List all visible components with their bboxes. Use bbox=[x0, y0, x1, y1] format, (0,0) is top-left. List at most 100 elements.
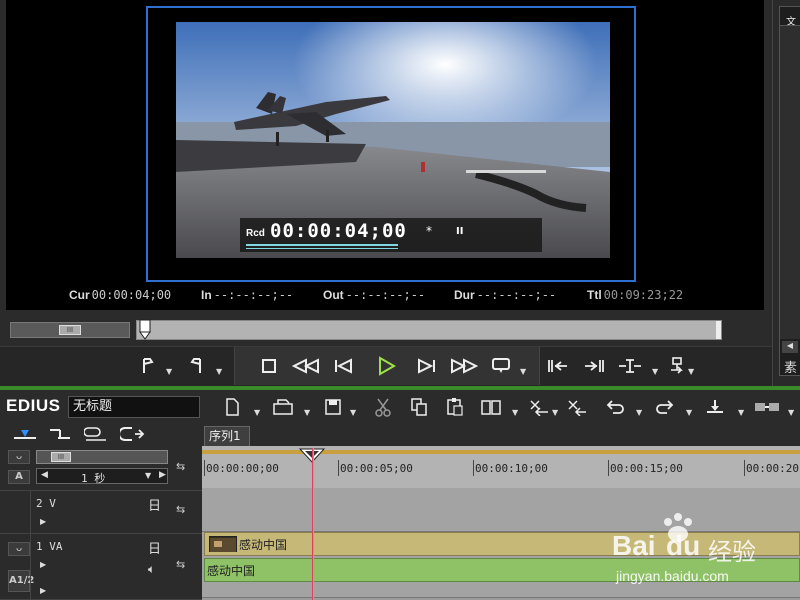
track-header-1va[interactable]: ᴗ 1 VA ▶ 日 🔈︎ ⇆ A1/2 ▶ bbox=[0, 534, 202, 600]
scroll-left-arrow[interactable]: ◀ bbox=[782, 341, 798, 353]
tab-sequence-1[interactable]: 序列1 bbox=[204, 426, 250, 446]
step-back-button[interactable] bbox=[330, 351, 356, 381]
out-label: Out bbox=[323, 288, 344, 302]
undo-button[interactable] bbox=[606, 394, 626, 420]
track-collapse-button[interactable]: ᴗ bbox=[8, 542, 30, 556]
ruler-tick-label: 00:00:10;00 bbox=[475, 462, 548, 475]
video-clip[interactable]: 感动中国 bbox=[204, 532, 800, 556]
audio-clip-name: 感动中国 bbox=[207, 564, 256, 578]
loop-dropdown-arrow[interactable]: ▼ bbox=[520, 367, 526, 376]
set-out-button[interactable] bbox=[186, 351, 206, 381]
ttl-value: 00:09:23;22 bbox=[603, 288, 684, 302]
asset-bin-panel: 文 ◀ 素 bbox=[772, 0, 800, 386]
track-name-1va: 1 VA bbox=[36, 540, 63, 553]
audio-channel-button[interactable]: A1/2 bbox=[8, 570, 34, 592]
next-edit-button[interactable] bbox=[580, 351, 606, 381]
undo-dropdown-arrow[interactable]: ▼ bbox=[636, 408, 642, 417]
asset-bin-content[interactable] bbox=[780, 25, 800, 339]
add-edit-point-button[interactable] bbox=[704, 394, 726, 420]
delete-button[interactable] bbox=[528, 394, 550, 420]
zoom-slider[interactable]: III bbox=[36, 450, 168, 464]
rcd-marker: * bbox=[426, 224, 432, 238]
loop-button[interactable] bbox=[488, 351, 514, 381]
video-frame[interactable]: Rcd 00:00:04;00 * II bbox=[146, 6, 636, 282]
copy-button[interactable] bbox=[410, 394, 428, 420]
position-slider[interactable] bbox=[136, 319, 722, 341]
ttl-label: Ttl bbox=[587, 288, 602, 302]
ripple-delete-button[interactable] bbox=[566, 394, 588, 420]
paste-button[interactable] bbox=[446, 394, 464, 420]
new-project-button[interactable] bbox=[224, 394, 240, 420]
asset-tab-label[interactable]: 素 bbox=[784, 357, 797, 376]
rcd-label: Rcd bbox=[246, 228, 265, 239]
ruler-tick bbox=[608, 460, 609, 476]
rewind-button[interactable] bbox=[290, 351, 322, 381]
audio-clip[interactable]: 感动中国 bbox=[204, 558, 800, 582]
overwrite-to-timeline-button[interactable] bbox=[666, 351, 688, 381]
new-dropdown-arrow[interactable]: ▼ bbox=[254, 408, 260, 417]
undo-icon bbox=[606, 400, 624, 414]
edit-point-dropdown-arrow[interactable]: ▼ bbox=[738, 408, 744, 417]
track-sync-icon[interactable]: ⇆ bbox=[176, 558, 185, 571]
set-in-dropdown-arrow[interactable]: ▼ bbox=[166, 367, 172, 376]
set-in-button[interactable] bbox=[138, 351, 158, 381]
save-dropdown-arrow[interactable]: ▼ bbox=[350, 408, 356, 417]
insert-to-timeline-button[interactable] bbox=[616, 351, 644, 381]
paste-insert-button[interactable] bbox=[480, 394, 502, 420]
timescale-selector[interactable]: ◀ 1 秒 ▼ ▶ bbox=[36, 468, 168, 485]
transition-dropdown-arrow[interactable]: ▼ bbox=[788, 408, 794, 417]
track-sync-icon[interactable]: ⇆ bbox=[176, 503, 185, 516]
paste-icon bbox=[447, 398, 463, 416]
track-name-2v: 2 V bbox=[36, 497, 56, 510]
dur-value: --:--:--;-- bbox=[476, 288, 557, 302]
fast-forward-button[interactable] bbox=[448, 351, 480, 381]
timeline-ruler[interactable]: 00:00:00;00 00:00:05;00 00:00:10;00 00:0… bbox=[202, 446, 800, 488]
track-patch-button[interactable] bbox=[12, 426, 38, 446]
play-button[interactable] bbox=[372, 351, 400, 381]
scrub-playhead[interactable] bbox=[139, 319, 151, 341]
delete-dropdown-arrow[interactable]: ▼ bbox=[552, 408, 558, 417]
shuttle-slider[interactable]: III bbox=[10, 322, 130, 338]
add-transition-button[interactable] bbox=[754, 394, 780, 420]
prev-edit-button[interactable] bbox=[546, 351, 572, 381]
timescale-dropdown-arrow[interactable]: ▼ bbox=[145, 471, 151, 480]
zoom-slider-knob[interactable]: III bbox=[51, 452, 71, 462]
track-expand-arrow[interactable]: ▶ bbox=[40, 586, 46, 595]
cur-label: Cur bbox=[69, 288, 90, 302]
timescale-right-arrow[interactable]: ▶ bbox=[159, 470, 166, 480]
set-out-dropdown-arrow[interactable]: ▼ bbox=[216, 367, 222, 376]
track-expand-arrow[interactable]: ▶ bbox=[40, 560, 46, 569]
sync-lock-button[interactable] bbox=[48, 426, 72, 446]
redo-button[interactable] bbox=[654, 394, 674, 420]
speaker-icon[interactable]: 🔈︎ bbox=[148, 562, 155, 577]
project-title-field[interactable]: 无标题 bbox=[68, 396, 200, 418]
overwrite-dropdown-arrow[interactable]: ▼ bbox=[688, 367, 694, 376]
redo-dropdown-arrow[interactable]: ▼ bbox=[686, 408, 692, 417]
track-expand-arrow[interactable]: ▶ bbox=[40, 517, 46, 526]
track-lane-2v[interactable] bbox=[202, 488, 800, 532]
timeline-tracks[interactable]: 感动中国 感动中国 bbox=[202, 488, 800, 600]
delete-x-icon bbox=[530, 400, 548, 416]
play-icon bbox=[379, 356, 396, 376]
step-forward-button[interactable] bbox=[414, 351, 440, 381]
stop-button[interactable] bbox=[256, 351, 282, 381]
open-project-button[interactable] bbox=[272, 394, 294, 420]
ripple-mode-button[interactable] bbox=[118, 426, 146, 446]
ruler-lock-button[interactable]: A bbox=[8, 470, 30, 484]
ruler-collapse-button[interactable]: ᴗ bbox=[8, 450, 30, 464]
save-project-button[interactable] bbox=[324, 394, 342, 420]
open-dropdown-arrow[interactable]: ▼ bbox=[304, 408, 310, 417]
insert-dropdown-arrow[interactable]: ▼ bbox=[652, 367, 658, 376]
ruler-sync-icon[interactable]: ⇆ bbox=[176, 460, 185, 473]
video-mute-icon[interactable]: 日 bbox=[148, 538, 161, 557]
link-group-button[interactable] bbox=[83, 424, 108, 446]
timescale-left-arrow[interactable]: ◀ bbox=[41, 470, 48, 480]
cut-button[interactable] bbox=[374, 394, 392, 420]
out-readout: Out --:--:--;-- bbox=[323, 288, 425, 302]
track-header-divider bbox=[30, 491, 31, 535]
video-mute-icon[interactable]: 日 bbox=[148, 495, 161, 514]
paste-dropdown-arrow[interactable]: ▼ bbox=[512, 408, 518, 417]
link-icon bbox=[83, 427, 106, 441]
shuttle-knob[interactable]: III bbox=[59, 325, 81, 335]
track-header-2v[interactable]: 2 V ▶ 日 ⇆ bbox=[0, 490, 202, 535]
